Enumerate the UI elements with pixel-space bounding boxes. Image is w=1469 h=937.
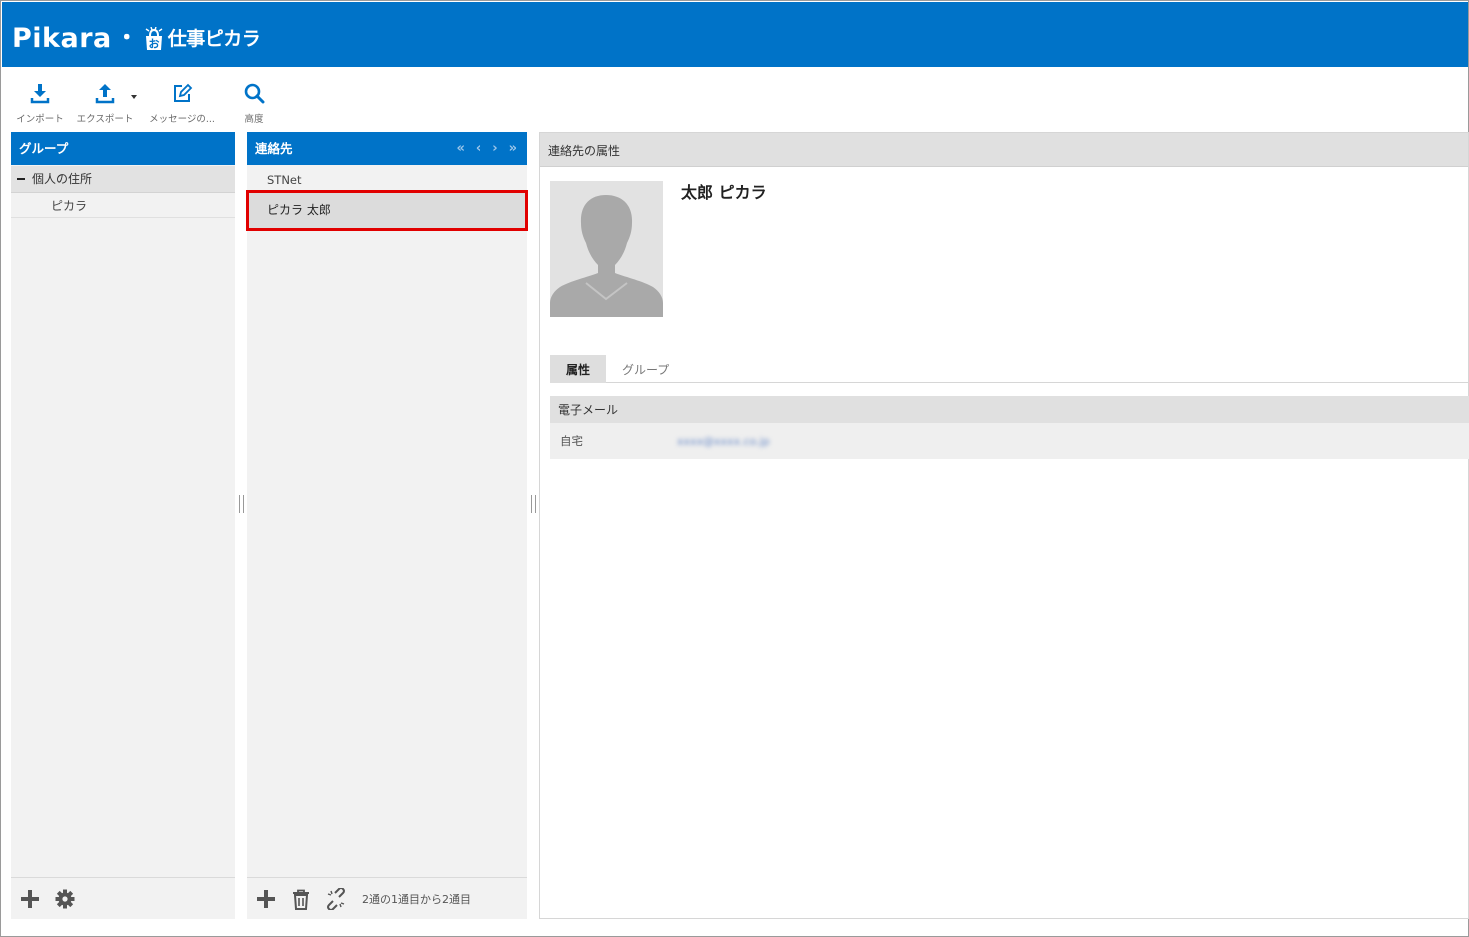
first-page-icon[interactable]: « <box>456 132 464 166</box>
splitter-handle[interactable] <box>531 495 536 513</box>
import-button[interactable]: インポート <box>11 79 69 125</box>
contact-details-panel: 連絡先の属性 太郎 ピカラ 属性 グループ 電子メール 自宅 xxxx@xxxx… <box>539 132 1469 919</box>
import-label: インポート <box>16 114 64 125</box>
previous-page-icon[interactable]: ‹ <box>476 132 481 166</box>
edit-icon <box>174 83 193 102</box>
export-button[interactable]: エクスポート <box>69 79 141 125</box>
search-icon <box>244 83 265 104</box>
avatar <box>550 181 663 317</box>
contacts-panel: 連絡先 « ‹ › » STNet ピカラ 太郎 2通の1通目から2通目 <box>246 132 528 919</box>
contact-list-item-selected[interactable]: ピカラ 太郎 <box>246 190 528 231</box>
advanced-search-button[interactable]: 高度 <box>225 79 283 125</box>
add-contact-icon[interactable] <box>255 888 277 910</box>
shopping-bag-icon: お <box>142 26 166 51</box>
detail-panel-title: 連絡先の属性 <box>540 133 1468 167</box>
record-count: 2通の1通目から2通目 <box>362 892 471 906</box>
app-window: Pikara ・ お 仕事ピカラ インポート エクスポート メッセージの... … <box>0 0 1469 937</box>
last-page-icon[interactable]: » <box>509 132 517 166</box>
groups-panel-footer <box>11 877 235 919</box>
contacts-panel-title: 連絡先 <box>255 141 293 156</box>
contacts-panel-header: 連絡先 « ‹ › » <box>247 132 527 165</box>
search-label: 高度 <box>244 114 264 125</box>
toolbar: インポート エクスポート メッセージの... 高度 <box>11 79 283 125</box>
contact-list-item[interactable]: STNet <box>247 167 527 191</box>
groups-panel-title: グループ <box>11 132 235 165</box>
upload-icon <box>95 84 115 104</box>
compose-message-button[interactable]: メッセージの... <box>141 79 223 125</box>
logo: Pikara ・ お 仕事ピカラ <box>12 23 261 54</box>
trash-icon[interactable] <box>290 888 312 910</box>
group-personal-addresses[interactable]: 個人の住所 <box>11 166 235 193</box>
chevron-down-icon[interactable] <box>131 95 137 99</box>
contact-name-heading: 太郎 ピカラ <box>681 183 767 202</box>
group-item[interactable]: ピカラ <box>11 193 235 218</box>
email-address-link[interactable]: xxxx@xxxx.co.jp <box>677 435 770 448</box>
next-page-icon[interactable]: › <box>492 132 497 166</box>
service-name: 仕事ピカラ <box>167 28 261 50</box>
detail-tabs: 属性 グループ <box>550 355 1469 383</box>
contacts-panel-footer: 2通の1通目から2通目 <box>247 877 527 919</box>
email-section-title: 電子メール <box>550 396 1469 423</box>
pager: « ‹ › » <box>456 132 517 165</box>
tab-properties[interactable]: 属性 <box>550 355 607 383</box>
email-type-label: 自宅 <box>560 434 583 448</box>
collapse-icon[interactable] <box>17 177 25 181</box>
splitter-handle[interactable] <box>239 495 244 513</box>
svg-text:お: お <box>148 38 159 51</box>
person-silhouette-icon <box>550 181 663 317</box>
group-root-label: 個人の住所 <box>32 172 93 186</box>
tab-groups[interactable]: グループ <box>606 355 685 383</box>
gear-icon[interactable] <box>54 888 76 910</box>
app-header: Pikara ・ お 仕事ピカラ <box>2 2 1468 67</box>
download-icon <box>30 84 50 104</box>
email-row: 自宅 xxxx@xxxx.co.jp <box>550 423 1469 459</box>
logo-separator: ・ <box>115 26 138 51</box>
add-group-icon[interactable] <box>19 888 41 910</box>
compose-label: メッセージの... <box>149 114 215 125</box>
brand-logo-text: Pikara <box>12 23 112 54</box>
export-label: エクスポート <box>76 114 134 125</box>
unlink-icon[interactable] <box>325 887 347 910</box>
groups-panel: グループ 個人の住所 ピカラ <box>11 132 235 919</box>
